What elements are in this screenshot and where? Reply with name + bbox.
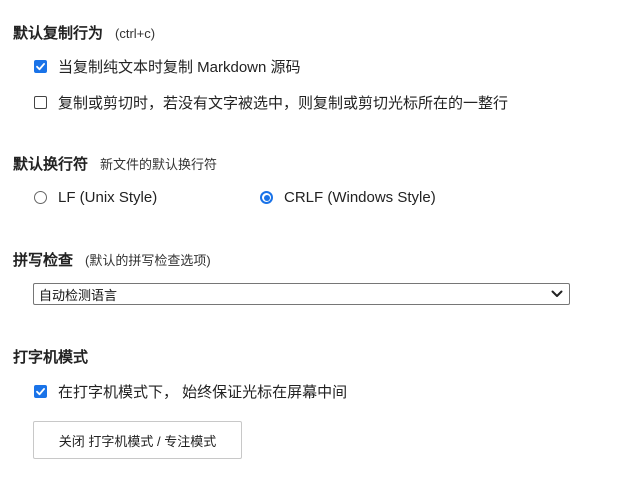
typewriter-title: 打字机模式 [13, 349, 89, 366]
spellcheck-title: 拼写检查 [13, 252, 74, 269]
check-icon [36, 63, 45, 71]
spellcheck-selected-value: 自动检测语言 [39, 287, 118, 303]
linebreak-lf-option[interactable]: LF (Unix Style) [34, 189, 157, 206]
copy-markdown-checkbox[interactable] [34, 60, 47, 73]
close-typewriter-focus-button[interactable]: 关闭 打字机模式 / 专注模式 [33, 421, 242, 459]
check-icon [36, 388, 45, 396]
spellcheck-select[interactable]: 自动检测语言 [33, 283, 570, 305]
copy-subtitle: (ctrl+c) [115, 26, 156, 41]
typewriter-center-label: 在打字机模式下， 始终保证光标在屏幕中间 [58, 384, 348, 401]
linebreak-crlf-radio[interactable] [260, 191, 273, 204]
copy-line-checkbox[interactable] [34, 96, 47, 109]
linebreak-crlf-label: CRLF (Windows Style) [284, 189, 436, 206]
copy-line-label: 复制或剪切时，若没有文字被选中，则复制或剪切光标所在的一整行 [58, 95, 509, 112]
copy-title: 默认复制行为 [13, 25, 104, 42]
linebreak-title: 默认换行符 [13, 156, 89, 173]
linebreak-section-title: 默认换行符 新文件的默认换行符 [13, 153, 217, 174]
copy-markdown-option[interactable]: 当复制纯文本时复制 Markdown 源码 [34, 56, 301, 77]
copy-markdown-label: 当复制纯文本时复制 Markdown 源码 [58, 59, 301, 76]
typewriter-center-option[interactable]: 在打字机模式下， 始终保证光标在屏幕中间 [34, 381, 347, 402]
linebreak-subtitle: 新文件的默认换行符 [100, 157, 218, 172]
spellcheck-subtitle: (默认的拼写检查选项) [85, 253, 211, 268]
linebreak-crlf-option[interactable]: CRLF (Windows Style) [260, 189, 436, 206]
typewriter-center-checkbox[interactable] [34, 385, 47, 398]
spellcheck-section-title: 拼写检查 (默认的拼写检查选项) [13, 249, 211, 270]
copy-section-title: 默认复制行为 (ctrl+c) [13, 22, 155, 43]
copy-line-option[interactable]: 复制或剪切时，若没有文字被选中，则复制或剪切光标所在的一整行 [34, 92, 508, 113]
chevron-down-icon [551, 290, 563, 297]
typewriter-section-title: 打字机模式 [13, 346, 88, 367]
linebreak-lf-radio[interactable] [34, 191, 47, 204]
linebreak-lf-label: LF (Unix Style) [58, 189, 158, 206]
